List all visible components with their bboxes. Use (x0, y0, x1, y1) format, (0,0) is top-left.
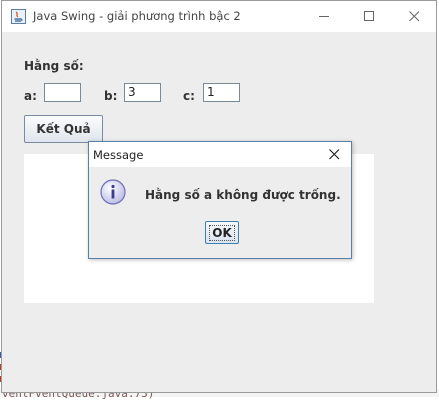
b-label: b: (104, 89, 118, 103)
window-titlebar[interactable]: Java Swing - giải phương trình bậc 2 (2, 1, 436, 32)
a-input[interactable] (44, 83, 81, 102)
maximize-icon (363, 11, 374, 21)
minimize-icon (318, 16, 329, 17)
minimize-button[interactable] (301, 1, 347, 32)
info-icon (100, 179, 126, 205)
c-label: c: (183, 89, 195, 103)
window-title: Java Swing - giải phương trình bậc 2 (33, 9, 241, 23)
dialog-titlebar[interactable]: Message (89, 142, 351, 167)
a-label: a: (24, 89, 37, 103)
c-input[interactable]: 1 (203, 83, 240, 102)
result-button[interactable]: Kết Quả (24, 115, 103, 143)
dialog-close-button[interactable] (317, 142, 351, 167)
close-button[interactable] (391, 1, 437, 32)
close-icon (328, 149, 339, 160)
maximize-button[interactable] (346, 1, 392, 32)
close-icon (408, 11, 419, 22)
ok-button-label: OK (209, 224, 235, 241)
dialog-title: Message (93, 148, 144, 162)
java-app-icon (11, 9, 26, 24)
message-dialog: Message Hằng số a không được trống. OK (88, 141, 352, 259)
ok-button[interactable]: OK (205, 221, 239, 244)
constants-heading: Hằng số: (24, 59, 84, 73)
dialog-message: Hằng số a không được trống. (145, 188, 341, 202)
b-input[interactable]: 3 (124, 83, 161, 102)
